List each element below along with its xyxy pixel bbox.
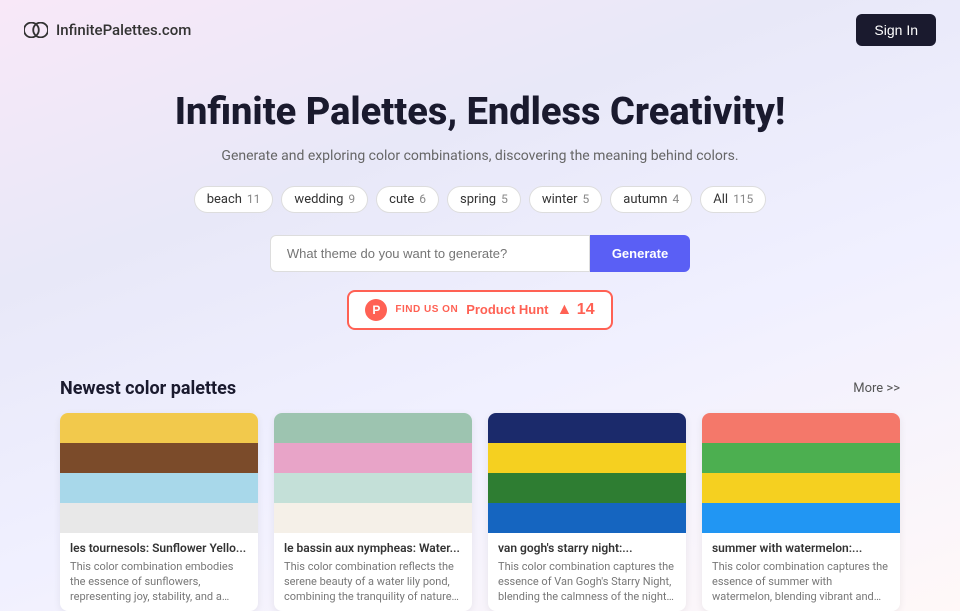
tag-count: 9 [348,192,355,206]
tag-label: cute [389,192,414,207]
tag-item[interactable]: spring 5 [447,186,521,213]
color-stripe [60,473,258,503]
color-stripe [274,503,472,533]
more-link[interactable]: More >> [853,381,900,396]
hero-section: Infinite Palettes, Endless Creativity! G… [0,60,960,378]
tag-label: All [713,192,728,207]
color-stripe [702,473,900,503]
tag-label: wedding [294,192,343,207]
product-hunt-icon: P [365,299,387,321]
logo: InfinitePalettes.com [24,21,191,39]
palette-card[interactable]: les tournesols: Sunflower Yello... This … [60,413,258,611]
section-title: Newest color palettes [60,378,236,399]
palette-info: summer with watermelon:... This color co… [702,533,900,611]
tag-count: 5 [501,192,508,206]
tag-item[interactable]: autumn 4 [610,186,692,213]
tag-count: 5 [583,192,590,206]
palette-colors [60,413,258,533]
generate-button[interactable]: Generate [590,235,690,272]
tag-label: spring [460,192,496,207]
color-stripe [702,413,900,443]
palette-card[interactable]: summer with watermelon:... This color co… [702,413,900,611]
color-stripe [488,473,686,503]
color-stripe [274,443,472,473]
color-stripe [274,413,472,443]
palette-name: les tournesols: Sunflower Yello... [70,541,248,555]
color-stripe [60,413,258,443]
color-stripe [60,503,258,533]
palettes-section: Newest color palettes More >> les tourne… [0,378,960,611]
tag-label: winter [542,192,578,207]
palette-desc: This color combination embodies the esse… [70,559,248,605]
tag-item[interactable]: cute 6 [376,186,439,213]
color-stripe [702,503,900,533]
tag-count: 4 [673,192,680,206]
tag-count: 115 [733,192,753,206]
tag-count: 6 [419,192,426,206]
palette-name: le bassin aux nympheas: Water... [284,541,462,555]
palette-desc: This color combination captures the esse… [498,559,676,605]
tag-item[interactable]: winter 5 [529,186,602,213]
search-input[interactable] [270,235,590,272]
palette-grid: les tournesols: Sunflower Yello... This … [60,413,900,611]
palette-card[interactable]: le bassin aux nympheas: Water... This co… [274,413,472,611]
hero-subtitle: Generate and exploring color combination… [20,148,940,164]
tag-count: 11 [247,192,261,206]
sign-in-button[interactable]: Sign In [856,14,936,46]
palette-desc: This color combination reflects the sere… [284,559,462,605]
tag-item[interactable]: wedding 9 [281,186,368,213]
palette-colors [702,413,900,533]
color-stripe [702,443,900,473]
palette-name: van gogh's starry night:... [498,541,676,555]
search-row: Generate [20,235,940,272]
palette-name: summer with watermelon:... [712,541,890,555]
color-stripe [488,413,686,443]
tag-item[interactable]: All 115 [700,186,766,213]
product-hunt-badge: P FIND US ON Product Hunt ▲ 14 [20,290,940,330]
tag-list: beach 11wedding 9cute 6spring 5winter 5a… [20,186,940,213]
color-stripe [488,443,686,473]
palette-desc: This color combination captures the esse… [712,559,890,605]
palette-info: les tournesols: Sunflower Yello... This … [60,533,258,611]
tag-item[interactable]: beach 11 [194,186,274,213]
header: InfinitePalettes.com Sign In [0,0,960,60]
palette-card[interactable]: van gogh's starry night:... This color c… [488,413,686,611]
product-hunt-button[interactable]: P FIND US ON Product Hunt ▲ 14 [347,290,612,330]
color-stripe [60,443,258,473]
color-stripe [274,473,472,503]
palette-info: le bassin aux nympheas: Water... This co… [274,533,472,611]
color-stripe [488,503,686,533]
palette-colors [488,413,686,533]
tag-label: beach [207,192,242,207]
hero-title: Infinite Palettes, Endless Creativity! [20,90,940,136]
product-hunt-count: ▲ 14 [557,301,595,319]
find-us-text: FIND US ON [395,304,458,315]
logo-icon [24,23,48,37]
palette-colors [274,413,472,533]
product-hunt-label: Product Hunt [466,302,548,317]
tag-label: autumn [623,192,667,207]
logo-text: InfinitePalettes.com [56,21,191,39]
section-header: Newest color palettes More >> [60,378,900,399]
palette-info: van gogh's starry night:... This color c… [488,533,686,611]
